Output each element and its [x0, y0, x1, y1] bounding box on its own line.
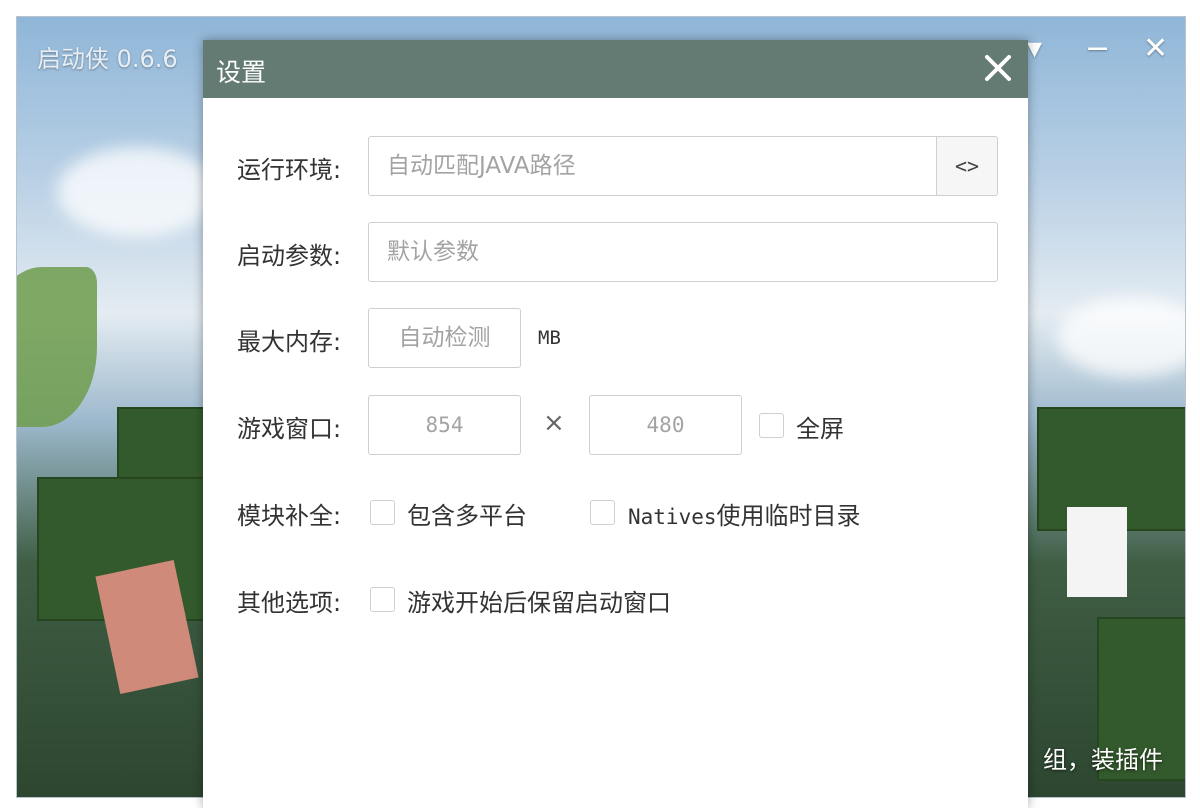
runtime-label: 运行环境:	[237, 156, 342, 184]
natives-word: Natives	[628, 505, 717, 529]
module-completion-label: 模块补全:	[237, 502, 342, 530]
browse-java-button[interactable]: <>	[937, 136, 998, 196]
close-window-button[interactable]: ✕	[1143, 31, 1168, 67]
settings-dialog: 设置 运行环境: <> 启动参数: 最大内存: MB 游戏窗口: × 全屏 模块…	[203, 40, 1028, 808]
cloud	[1057, 297, 1185, 377]
fullscreen-label: 全屏	[796, 415, 844, 443]
multi-platform-label: 包含多平台	[407, 502, 527, 530]
launch-args-label: 启动参数:	[237, 242, 342, 270]
leaf-decoration	[17, 267, 97, 427]
chicken-character	[1067, 507, 1127, 597]
bottom-hint-text: 组，装插件	[1043, 746, 1163, 774]
keep-window-label: 游戏开始后保留启动窗口	[407, 589, 671, 617]
natives-suffix: 使用临时目录	[716, 502, 861, 530]
max-memory-label: 最大内存:	[237, 328, 342, 356]
fullscreen-checkbox[interactable]	[759, 413, 784, 438]
memory-unit: MB	[538, 327, 561, 349]
natives-temp-checkbox[interactable]	[590, 500, 615, 525]
other-options-label: 其他选项:	[237, 589, 342, 617]
close-icon[interactable]	[978, 48, 1018, 88]
keep-window-checkbox[interactable]	[370, 587, 395, 612]
java-path-input[interactable]	[368, 136, 937, 196]
multi-platform-checkbox[interactable]	[370, 500, 395, 525]
window-width-input[interactable]	[368, 395, 521, 455]
times-sign: ×	[543, 408, 565, 438]
cloud	[57, 147, 217, 237]
dialog-header: 设置	[203, 40, 1028, 98]
natives-temp-label: Natives使用临时目录	[628, 496, 861, 531]
game-window-label: 游戏窗口:	[237, 415, 342, 443]
launch-args-input[interactable]	[368, 222, 998, 282]
window-height-input[interactable]	[589, 395, 742, 455]
max-memory-input[interactable]	[368, 308, 521, 368]
dialog-title: 设置	[216, 58, 267, 87]
minimize-button[interactable]: −	[1085, 31, 1110, 67]
menu-dropdown-icon[interactable]: ▾	[1027, 31, 1042, 67]
launcher-title: 启动侠 0.6.6	[37, 45, 178, 73]
